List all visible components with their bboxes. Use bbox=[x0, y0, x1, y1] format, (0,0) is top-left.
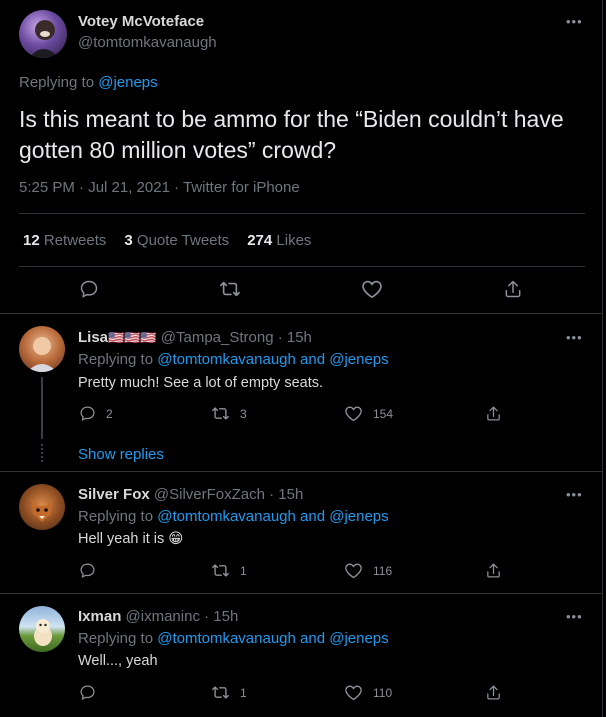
retweets-label: Retweets bbox=[43, 232, 107, 249]
retweet-count: 1 bbox=[240, 685, 247, 700]
reply-text: Hell yeah it is 😁 bbox=[78, 531, 184, 547]
likes-stat[interactable]: 274 Likes bbox=[247, 232, 311, 249]
reply-author-name[interactable]: Silver Fox bbox=[78, 486, 150, 503]
tweet-stats: 12 Retweets 3 Quote Tweets 274 Likes bbox=[23, 232, 311, 249]
retweet-count: 1 bbox=[240, 563, 247, 578]
heart-icon bbox=[345, 563, 362, 579]
likes-count: 274 bbox=[247, 232, 273, 249]
replying-to: Replying to @tomtomkavanaugh and @jeneps bbox=[78, 508, 389, 525]
reply-icon bbox=[80, 406, 95, 422]
like-count: 116 bbox=[373, 563, 393, 578]
like-count: 110 bbox=[373, 685, 393, 700]
replying-label: Replying to bbox=[19, 74, 95, 91]
reply-author-name[interactable]: Lisa bbox=[78, 329, 108, 346]
retweet-icon bbox=[212, 407, 229, 420]
share-button[interactable] bbox=[503, 279, 523, 299]
replying-label: Replying to bbox=[78, 630, 154, 647]
reply-icon bbox=[80, 685, 95, 701]
thread-dots bbox=[41, 444, 45, 462]
reply-button[interactable] bbox=[79, 279, 99, 299]
thread-line bbox=[41, 377, 43, 439]
quotes-label: Quote Tweets bbox=[136, 232, 230, 249]
share-button[interactable] bbox=[485, 405, 502, 422]
share-icon bbox=[505, 280, 521, 298]
flag-emojis: 🇺🇸🇺🇸🇺🇸 bbox=[108, 330, 157, 345]
replying-label: Replying to bbox=[78, 351, 154, 368]
replying-handles-link[interactable]: @tomtomkavanaugh and @jeneps bbox=[157, 508, 388, 525]
share-button[interactable] bbox=[485, 684, 502, 701]
retweet-count: 3 bbox=[240, 406, 247, 421]
replying-handles-link[interactable]: @tomtomkavanaugh and @jeneps bbox=[157, 351, 388, 368]
reply-author-name[interactable]: Ixman bbox=[78, 608, 121, 625]
reply-handle-time[interactable]: @SilverFoxZach · 15h bbox=[154, 486, 303, 503]
reply-text: Well..., yeah bbox=[78, 653, 158, 669]
author-name[interactable]: Votey McVoteface bbox=[78, 13, 204, 30]
reply-handle-time[interactable]: @Tampa_Strong · 15h bbox=[161, 329, 312, 346]
author-avatar[interactable] bbox=[19, 10, 67, 58]
replying-label: Replying to bbox=[78, 508, 154, 525]
reply-avatar[interactable] bbox=[19, 326, 65, 372]
retweet-icon bbox=[212, 564, 229, 577]
reply-icon bbox=[80, 280, 98, 298]
tweet-text: Is this meant to be ammo for the “Biden … bbox=[19, 106, 564, 163]
retweet-button[interactable]: 3 bbox=[211, 405, 247, 422]
reply-text: Pretty much! See a lot of empty seats. bbox=[78, 375, 323, 391]
quotes-stat[interactable]: 3 Quote Tweets bbox=[124, 232, 229, 249]
retweets-count: 12 bbox=[23, 232, 40, 249]
replying-to: Replying to @jeneps bbox=[19, 74, 158, 91]
reply-header: Lisa🇺🇸🇺🇸🇺🇸 @Tampa_Strong · 15h bbox=[78, 329, 312, 346]
divider bbox=[0, 313, 602, 314]
reply-handle-time[interactable]: @ixmaninc · 15h bbox=[126, 608, 239, 625]
quotes-count: 3 bbox=[124, 232, 133, 249]
reply-button[interactable] bbox=[79, 562, 106, 579]
more-options-icon[interactable]: ••• bbox=[566, 609, 583, 624]
divider bbox=[0, 471, 602, 472]
show-replies-link[interactable]: Show replies bbox=[78, 446, 164, 463]
reply-header: Ixman @ixmaninc · 15h bbox=[78, 608, 238, 625]
share-icon bbox=[487, 685, 500, 700]
divider bbox=[19, 213, 585, 214]
author-handle[interactable]: @tomtomkavanaugh bbox=[78, 34, 217, 51]
replying-to: Replying to @tomtomkavanaugh and @jeneps bbox=[78, 630, 389, 647]
retweets-stat[interactable]: 12 Retweets bbox=[23, 232, 106, 249]
tweet-meta[interactable]: 5:25 PM · Jul 21, 2021 · Twitter for iPh… bbox=[19, 179, 300, 196]
replying-handle-link[interactable]: @jeneps bbox=[98, 74, 157, 91]
divider bbox=[19, 266, 585, 267]
retweet-button[interactable] bbox=[219, 279, 241, 299]
heart-icon bbox=[345, 685, 362, 701]
reply-avatar[interactable] bbox=[19, 484, 65, 530]
reply-icon bbox=[80, 563, 95, 579]
divider bbox=[0, 593, 602, 594]
reply-button[interactable]: 2 bbox=[79, 405, 113, 422]
share-button[interactable] bbox=[485, 562, 502, 579]
likes-label: Likes bbox=[276, 232, 312, 249]
retweet-icon bbox=[220, 281, 240, 297]
heart-icon bbox=[362, 280, 382, 298]
reply-avatar[interactable] bbox=[19, 606, 65, 652]
tweet-thread: Votey McVoteface @tomtomkavanaugh ••• Re… bbox=[0, 0, 603, 717]
like-button[interactable] bbox=[361, 279, 383, 299]
like-button[interactable]: 116 bbox=[344, 562, 392, 579]
like-count: 154 bbox=[373, 406, 394, 421]
more-options-icon[interactable]: ••• bbox=[566, 14, 583, 29]
more-options-icon[interactable]: ••• bbox=[566, 330, 583, 345]
share-icon bbox=[487, 406, 500, 421]
replying-handles-link[interactable]: @tomtomkavanaugh and @jeneps bbox=[157, 630, 388, 647]
retweet-button[interactable]: 1 bbox=[211, 684, 247, 701]
share-icon bbox=[487, 563, 500, 578]
like-button[interactable]: 110 bbox=[344, 684, 392, 701]
retweet-button[interactable]: 1 bbox=[211, 562, 247, 579]
reply-header: Silver Fox @SilverFoxZach · 15h bbox=[78, 486, 303, 503]
like-button[interactable]: 154 bbox=[344, 405, 393, 422]
heart-icon bbox=[345, 406, 362, 422]
retweet-icon bbox=[212, 686, 229, 699]
reply-count: 2 bbox=[106, 406, 113, 421]
more-options-icon[interactable]: ••• bbox=[566, 487, 583, 502]
replying-to: Replying to @tomtomkavanaugh and @jeneps bbox=[78, 351, 389, 368]
reply-button[interactable] bbox=[79, 684, 106, 701]
